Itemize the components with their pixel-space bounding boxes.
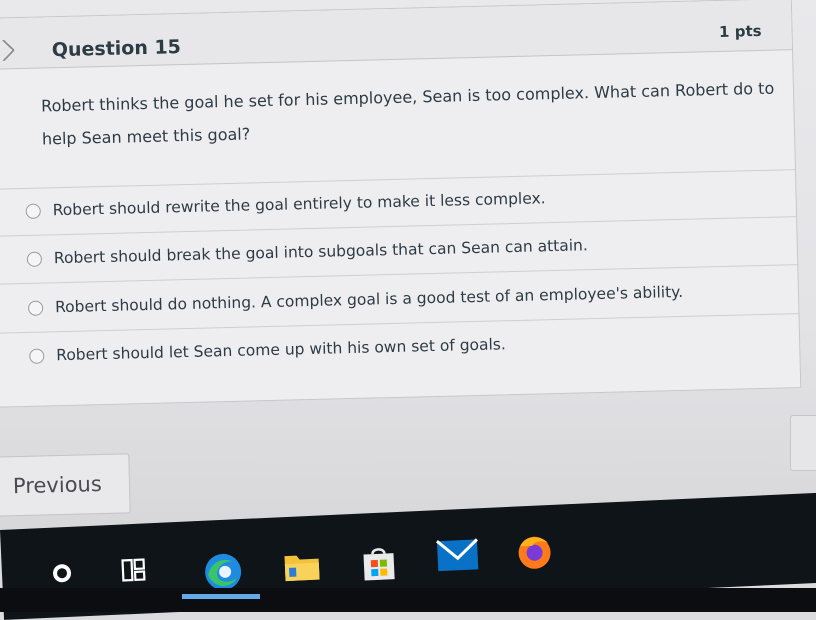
- search-icon[interactable]: [45, 557, 78, 590]
- question-title: Question 15: [51, 36, 182, 62]
- answer-option-1[interactable]: Robert should rewrite the goal entirely …: [25, 185, 546, 224]
- answer-label: Robert should break the goal into subgoa…: [53, 236, 589, 268]
- firefox-icon[interactable]: [511, 529, 559, 575]
- radio-button[interactable]: [25, 203, 41, 219]
- monitor-bezel: [0, 588, 816, 612]
- answer-label: Robert should rewrite the goal entirely …: [52, 189, 546, 220]
- radio-button[interactable]: [26, 251, 43, 267]
- answer-option-2[interactable]: Robert should break the goal into subgoa…: [26, 232, 589, 272]
- radio-button[interactable]: [27, 300, 44, 316]
- file-explorer-icon[interactable]: [279, 545, 325, 587]
- divider: [0, 169, 795, 190]
- question-points: 1 pts: [718, 21, 762, 41]
- side-scroll-tab[interactable]: [790, 415, 816, 471]
- answer-option-3[interactable]: Robert should do nothing. A complex goal…: [27, 279, 684, 321]
- previous-button[interactable]: Previous: [0, 453, 131, 517]
- chevron-right-icon[interactable]: [0, 39, 16, 62]
- task-view-icon[interactable]: [116, 553, 151, 587]
- mail-icon[interactable]: [433, 534, 483, 576]
- answer-label: Robert should do nothing. A complex goal…: [54, 282, 684, 317]
- answer-option-4[interactable]: Robert should let Sean come up with his …: [29, 331, 506, 369]
- radio-button[interactable]: [29, 348, 45, 364]
- question-text: Robert thinks the goal he set for his em…: [40, 78, 775, 149]
- active-app-indicator: [182, 594, 260, 599]
- answer-label: Robert should let Sean come up with his …: [56, 335, 507, 365]
- question-card: Question 15 1 pts Robert thinks the goal…: [0, 0, 802, 408]
- store-icon[interactable]: [356, 540, 402, 586]
